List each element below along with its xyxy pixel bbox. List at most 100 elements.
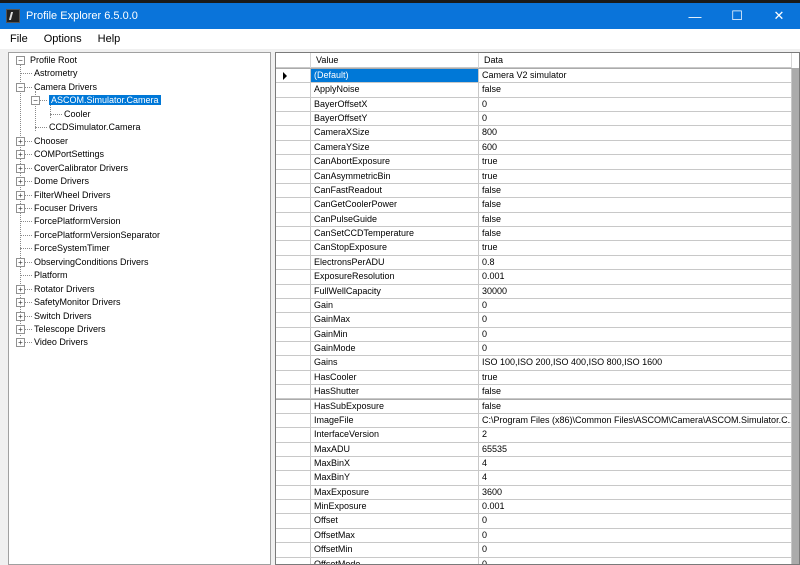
close-button[interactable]: ✕ [758,3,800,29]
row-header[interactable] [276,399,311,414]
tree-item[interactable]: + CoverCalibrator Drivers [16,162,128,175]
row-header[interactable] [276,140,311,156]
row-header[interactable] [276,69,311,84]
profile-tree[interactable]: − Profile Root Astrometry − Camera Drivers − A… [8,52,271,565]
table-row[interactable]: CanFastReadout false [276,183,799,199]
data-cell[interactable]: 0 [479,313,792,328]
data-cell[interactable]: true [479,241,792,256]
value-cell[interactable]: OffsetMax [311,528,479,544]
data-cell[interactable]: 0 [479,528,792,544]
data-cell[interactable]: 0 [479,327,792,343]
value-cell[interactable]: ExposureResolution [311,270,479,285]
value-cell[interactable]: CanAbortExposure [311,155,479,170]
expand-icon[interactable]: + [16,257,25,267]
table-row[interactable]: InterfaceVersion 2 [276,428,799,443]
column-header-data[interactable]: Data [479,53,792,68]
data-cell[interactable]: false [479,399,792,414]
data-cell[interactable]: 4 [479,456,792,472]
table-row[interactable]: MaxExposure 3600 [276,485,799,501]
expand-icon[interactable]: + [16,177,25,187]
table-row[interactable]: BayerOffsetY 0 [276,112,799,127]
row-header[interactable] [276,126,311,141]
table-row[interactable]: CanStopExposure true [276,241,799,256]
data-cell[interactable]: 0 [479,514,792,529]
value-cell[interactable]: FullWellCapacity [311,284,479,299]
menu-options[interactable]: Options [36,29,90,49]
table-row[interactable]: BayerOffsetX 0 [276,97,799,113]
value-cell[interactable]: MinExposure [311,500,479,515]
tree-item[interactable]: + Dome Drivers [16,175,89,188]
table-row[interactable]: OffsetMax 0 [276,528,799,544]
scrollbar-stub[interactable] [792,53,799,68]
value-cell[interactable]: CanAsymmetricBin [311,169,479,184]
row-header[interactable] [276,356,311,371]
tree-item[interactable]: Cooler [50,108,91,121]
data-cell[interactable]: Camera V2 simulator [479,69,792,84]
expand-icon[interactable]: + [16,150,25,160]
table-row[interactable]: (Default) Camera V2 simulator [276,69,799,84]
data-cell[interactable]: false [479,385,792,400]
data-cell[interactable]: 30000 [479,284,792,299]
data-cell[interactable]: ISO 100,ISO 200,ISO 400,ISO 800,ISO 1600 [479,356,792,371]
table-row[interactable]: Gain 0 [276,298,799,314]
table-row[interactable]: Offset 0 [276,514,799,529]
tree-item[interactable]: + Focuser Drivers [16,202,98,215]
menu-file[interactable]: File [0,29,36,49]
expand-icon[interactable]: + [16,298,25,308]
value-cell[interactable]: OffsetMin [311,543,479,558]
row-header[interactable] [276,442,311,457]
tree-root[interactable]: − Profile Root [16,54,77,67]
row-header[interactable] [276,370,311,386]
table-row[interactable]: HasCooler true [276,370,799,386]
table-row[interactable]: ElectronsPerADU 0.8 [276,255,799,271]
row-header[interactable] [276,227,311,242]
maximize-button[interactable]: ☐ [716,3,758,29]
table-row[interactable]: CanSetCCDTemperature false [276,227,799,242]
tree-item[interactable]: CCDSimulator.Camera [35,121,141,134]
table-row[interactable]: CameraXSize 800 [276,126,799,141]
data-cell[interactable]: 0.001 [479,270,792,285]
row-header[interactable] [276,298,311,314]
value-cell[interactable]: Offset [311,514,479,529]
expand-icon[interactable]: + [16,136,25,146]
value-cell[interactable]: MaxBinX [311,456,479,472]
data-cell[interactable]: false [479,198,792,213]
data-cell[interactable]: false [479,212,792,228]
value-cell[interactable]: (Default) [311,69,479,84]
data-cell[interactable]: 0.8 [479,255,792,271]
row-header[interactable] [276,543,311,558]
values-grid[interactable]: Value Data (Default) Camera V2 simulator A… [275,52,800,565]
value-cell[interactable]: CanSetCCDTemperature [311,227,479,242]
table-row[interactable]: MaxADU 65535 [276,442,799,457]
tree-item[interactable]: + Rotator Drivers [16,283,95,296]
table-row[interactable]: OffsetMode 0 [276,557,799,564]
value-cell[interactable]: MaxExposure [311,485,479,501]
value-cell[interactable]: CanPulseGuide [311,212,479,228]
value-cell[interactable]: Gains [311,356,479,371]
tree-item[interactable]: + Telescope Drivers [16,323,106,336]
table-row[interactable]: ApplyNoise false [276,83,799,98]
table-row[interactable]: HasShutter false [276,385,799,400]
tree-item[interactable]: ForceSystemTimer [20,242,110,255]
data-cell[interactable]: 65535 [479,442,792,457]
row-header[interactable] [276,557,311,564]
tree-item[interactable]: + Chooser [16,135,68,148]
expand-icon[interactable]: + [16,338,25,348]
value-cell[interactable]: BayerOffsetX [311,97,479,113]
table-row[interactable]: MinExposure 0.001 [276,500,799,515]
tree-item[interactable]: ForcePlatformVersion [20,215,121,228]
value-cell[interactable]: ElectronsPerADU [311,255,479,271]
data-cell[interactable]: 0 [479,97,792,113]
data-cell[interactable]: 600 [479,140,792,156]
row-header[interactable] [276,456,311,472]
table-row[interactable]: FullWellCapacity 30000 [276,284,799,299]
tree-item[interactable]: + COMPortSettings [16,148,104,161]
row-header[interactable] [276,313,311,328]
data-cell[interactable]: 0 [479,342,792,357]
tree-item[interactable]: + FilterWheel Drivers [16,189,111,202]
menu-help[interactable]: Help [90,29,129,49]
value-cell[interactable]: CanFastReadout [311,183,479,199]
row-header[interactable] [276,284,311,299]
row-header[interactable] [276,112,311,127]
value-cell[interactable]: BayerOffsetY [311,112,479,127]
